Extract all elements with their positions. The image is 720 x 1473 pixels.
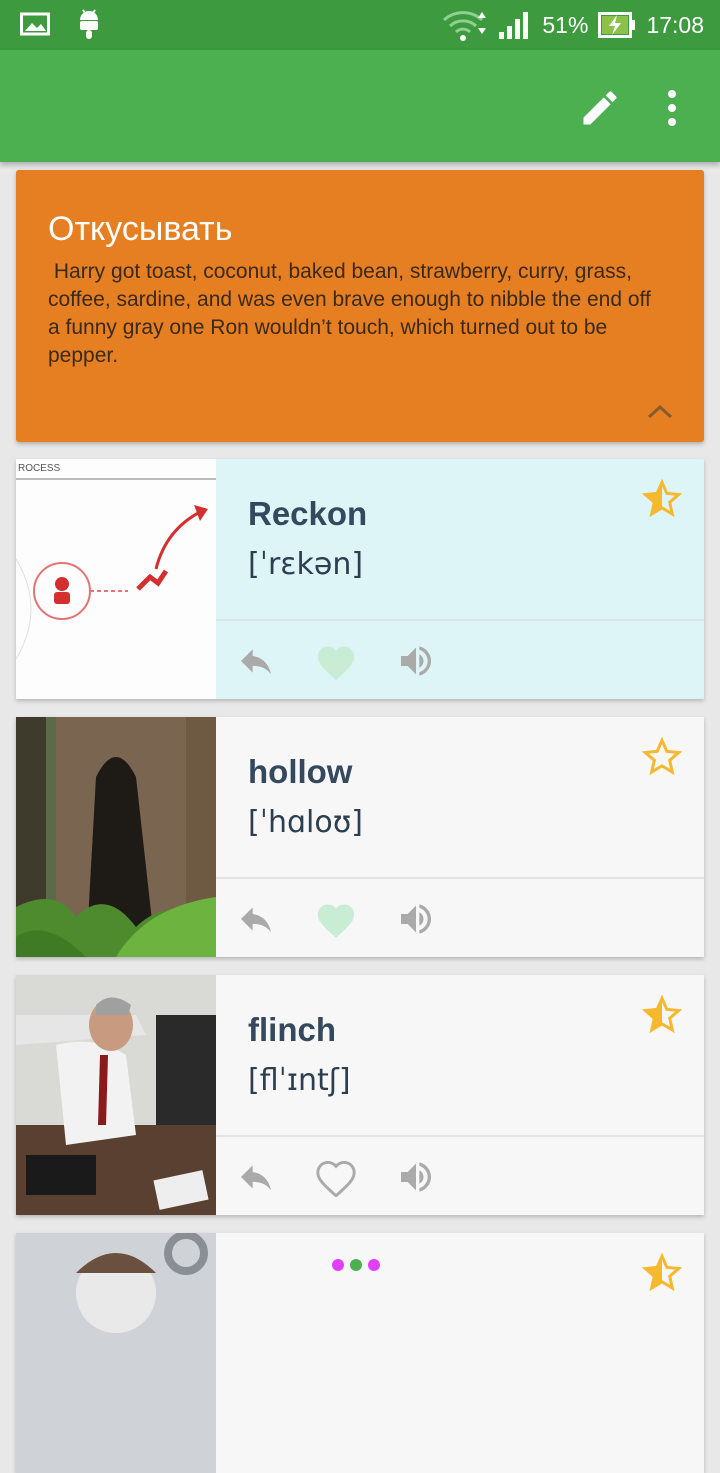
status-bar: 51% 17:08 — [0, 0, 720, 50]
word-title: flinch — [248, 1011, 336, 1048]
chevron-up-icon — [647, 404, 673, 419]
word-title: hollow — [248, 753, 353, 790]
signal-icon — [498, 10, 532, 40]
word-panel — [216, 1233, 704, 1473]
word-card[interactable]: ROCESS Reckon [ˈrɛkən] — [16, 459, 704, 699]
word-phonetic: [flˈɪntʃ] — [248, 1063, 351, 1098]
overflow-menu-button[interactable] — [656, 86, 688, 130]
android-icon — [78, 8, 100, 40]
word-image — [16, 717, 216, 957]
app-bar — [0, 50, 720, 162]
reply-icon[interactable] — [236, 1157, 276, 1197]
more-vert-icon — [668, 90, 676, 126]
divider — [216, 1135, 704, 1137]
word-image — [16, 975, 216, 1215]
divider — [216, 619, 704, 621]
star-half-icon[interactable] — [641, 994, 683, 1035]
word-card[interactable]: hollow [ˈhɑloʊ] — [16, 717, 704, 957]
word-panel: Reckon [ˈrɛkən] — [216, 459, 704, 699]
definition-card: Откусывать Harry got toast, coconut, bak… — [16, 170, 704, 442]
heart-outline-icon[interactable] — [314, 1157, 356, 1198]
speaker-icon[interactable] — [396, 899, 436, 939]
star-empty-icon[interactable] — [641, 736, 683, 777]
loading-dots-icon — [332, 1259, 380, 1271]
gallery-icon — [20, 11, 50, 37]
svg-text:ROCESS: ROCESS — [18, 463, 61, 474]
word-card[interactable]: flinch [flˈɪntʃ] — [16, 975, 704, 1215]
battery-percent: 51% — [542, 11, 589, 38]
word-panel: flinch [flˈɪntʃ] — [216, 975, 704, 1215]
clock: 17:08 — [646, 11, 704, 38]
reply-icon[interactable] — [236, 641, 276, 681]
word-panel: hollow [ˈhɑloʊ] — [216, 717, 704, 957]
star-half-icon[interactable] — [641, 1252, 683, 1293]
edit-button[interactable] — [578, 86, 622, 130]
word-phonetic: [ˈrɛkən] — [248, 547, 364, 582]
collapse-button[interactable] — [646, 402, 674, 420]
heart-filled-icon[interactable] — [314, 899, 355, 939]
reply-icon[interactable] — [236, 899, 276, 939]
definition-example: Harry got toast, coconut, baked bean, st… — [48, 260, 657, 367]
word-image: ROCESS — [16, 459, 216, 699]
wifi-icon — [442, 8, 488, 42]
battery-charging-icon — [598, 12, 636, 38]
word-phonetic: [ˈhɑloʊ] — [248, 805, 363, 840]
star-half-icon[interactable] — [641, 478, 683, 519]
word-card[interactable] — [16, 1233, 704, 1473]
word-title: Reckon — [248, 495, 368, 532]
pencil-icon — [583, 91, 617, 125]
divider — [216, 877, 704, 879]
word-image — [16, 1233, 216, 1473]
speaker-icon[interactable] — [396, 641, 436, 681]
speaker-icon[interactable] — [396, 1157, 436, 1197]
definition-title: Откусывать — [48, 210, 233, 248]
heart-filled-icon[interactable] — [314, 641, 355, 681]
